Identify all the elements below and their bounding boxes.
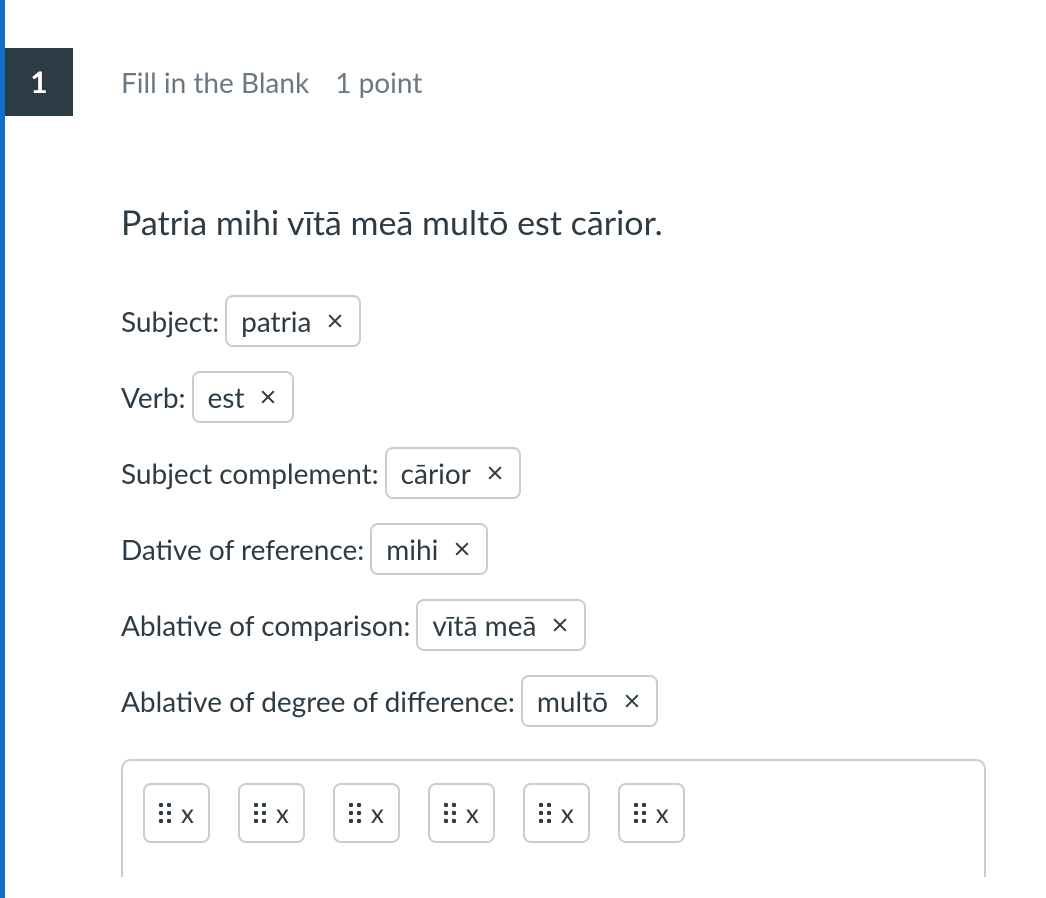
blank-row-verb: Verb: est xyxy=(121,371,986,423)
blank-label: Verb: xyxy=(121,383,186,411)
blank-label: Ablative of degree of difference: xyxy=(121,687,515,715)
answer-tray[interactable]: x x x x x x xyxy=(121,759,986,877)
answer-chip-subject[interactable]: patria xyxy=(225,295,361,347)
blank-row-ablative-degree: Ablative of degree of difference: multō xyxy=(121,675,986,727)
answer-chip-text: multō xyxy=(537,687,608,715)
token-label: x xyxy=(656,797,669,829)
token-label: x xyxy=(181,797,194,829)
question-container: 1 Fill in the Blank 1 point Patria mihi … xyxy=(0,0,1046,898)
drag-handle-icon[interactable] xyxy=(444,803,456,823)
draggable-token[interactable]: x xyxy=(523,783,590,843)
draggable-token[interactable]: x xyxy=(333,783,400,843)
answer-chip-subject-complement[interactable]: cārior xyxy=(385,447,521,499)
answer-chip-text: mihi xyxy=(386,535,438,563)
answer-chip-ablative-comparison[interactable]: vītā meā xyxy=(416,599,586,651)
draggable-token[interactable]: x xyxy=(143,783,210,843)
draggable-token[interactable]: x xyxy=(618,783,685,843)
answer-chip-dative[interactable]: mihi xyxy=(370,523,488,575)
close-icon[interactable] xyxy=(622,691,642,711)
token-label: x xyxy=(561,797,574,829)
question-header: 1 Fill in the Blank 1 point xyxy=(5,0,1046,116)
draggable-token[interactable]: x xyxy=(238,783,305,843)
close-icon[interactable] xyxy=(485,463,505,483)
drag-handle-icon[interactable] xyxy=(539,803,551,823)
drag-handle-icon[interactable] xyxy=(634,803,646,823)
close-icon[interactable] xyxy=(258,387,278,407)
blank-row-subject: Subject: patria xyxy=(121,295,986,347)
blank-row-dative: Dative of reference: mihi xyxy=(121,523,986,575)
answer-chip-ablative-degree[interactable]: multō xyxy=(521,675,658,727)
answer-chip-text: patria xyxy=(241,307,311,335)
blank-row-ablative-comparison: Ablative of comparison: vītā meā xyxy=(121,599,986,651)
token-label: x xyxy=(466,797,479,829)
question-number-badge: 1 xyxy=(5,48,73,116)
blank-label: Dative of reference: xyxy=(121,535,364,563)
answer-chip-text: cārior xyxy=(401,459,471,487)
question-content: Patria mihi vītā meā multō est cārior. S… xyxy=(121,202,986,877)
question-prompt: Patria mihi vītā meā multō est cārior. xyxy=(121,202,986,243)
question-meta: Fill in the Blank 1 point xyxy=(121,65,422,99)
answer-chip-text: vītā meā xyxy=(432,611,536,639)
token-label: x xyxy=(276,797,289,829)
close-icon[interactable] xyxy=(452,539,472,559)
drag-handle-icon[interactable] xyxy=(254,803,266,823)
blank-label: Ablative of comparison: xyxy=(121,611,410,639)
question-points: 1 point xyxy=(335,65,422,99)
blank-row-subject-complement: Subject complement: cārior xyxy=(121,447,986,499)
blank-label: Subject: xyxy=(121,307,219,335)
drag-handle-icon[interactable] xyxy=(349,803,361,823)
token-label: x xyxy=(371,797,384,829)
answer-chip-verb[interactable]: est xyxy=(192,371,295,423)
blank-label: Subject complement: xyxy=(121,459,379,487)
question-number: 1 xyxy=(30,64,47,100)
answer-chip-text: est xyxy=(208,383,245,411)
close-icon[interactable] xyxy=(325,311,345,331)
close-icon[interactable] xyxy=(550,615,570,635)
draggable-token[interactable]: x xyxy=(428,783,495,843)
drag-handle-icon[interactable] xyxy=(159,803,171,823)
question-type: Fill in the Blank xyxy=(121,65,309,99)
